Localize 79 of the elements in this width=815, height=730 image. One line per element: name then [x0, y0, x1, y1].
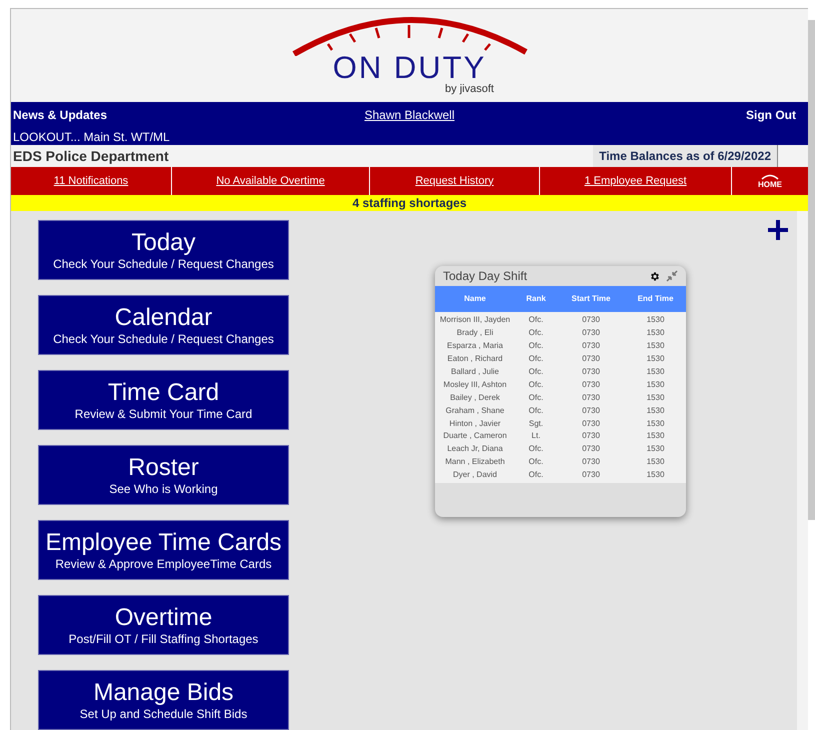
table-cell-text: Esparza , Maria — [446, 340, 504, 352]
column-header: End Time — [636, 293, 674, 305]
table-cell-text: Duarte , Cameron — [442, 430, 508, 442]
column-header: Name — [463, 293, 487, 305]
table-cell-text: Graham , Shane — [444, 404, 506, 417]
table-cell-text: Bailey , Derek — [449, 392, 501, 404]
table-cell-text: 1530 — [646, 340, 666, 352]
menu-tile[interactable]: Time Card Review & Submit Your Time Card — [38, 370, 289, 430]
table-cell-text: Morrison III, Jayden — [438, 314, 512, 326]
department-name: EDS Police Department — [13, 146, 169, 166]
column-header: Start Time — [570, 293, 612, 305]
logo-byline: by jivasoft — [445, 83, 494, 95]
table-cell-text: Hinton , Javier — [448, 418, 502, 430]
table-cell-text: 1530 — [646, 392, 666, 404]
table-cell-text: 0730 — [581, 443, 601, 456]
table-cell-text: 1530 — [646, 456, 666, 468]
table-cell-text: 1530 — [646, 430, 666, 442]
table-cell-text: 1530 — [646, 418, 666, 430]
table-cell-text: 0730 — [581, 456, 601, 468]
menu-tile[interactable]: Employee Time Cards Review & Approve EmployeeTime Cards — [38, 520, 289, 580]
menu-tile[interactable]: Manage Bids Set Up and Schedule Shift Bids — [38, 670, 289, 730]
table-cell-text: Ofc. — [528, 378, 544, 391]
table-cell-text: Ofc. — [528, 340, 544, 352]
table-cell-text: 0730 — [581, 327, 601, 340]
table-cell-text: 1530 — [646, 443, 666, 456]
table-cell-text: Mann , Elizabeth — [444, 456, 506, 468]
add-icon[interactable] — [767, 219, 789, 241]
table-cell-text: Ofc. — [528, 314, 544, 326]
user-link[interactable]: Shawn Blackwell — [364, 106, 455, 124]
table-cell-text: 1530 — [646, 314, 666, 326]
sign-out-link[interactable]: Sign Out — [606, 106, 806, 124]
menu-tile[interactable]: Roster See Who is Working — [38, 445, 289, 505]
table-cell-text: 0730 — [581, 469, 601, 482]
arc-icon — [761, 174, 779, 180]
table-cell-text: Eaton , Richard — [446, 353, 504, 366]
table-cell-text: Ofc. — [528, 327, 544, 340]
table-cell-text: 0730 — [581, 340, 601, 352]
table-cell-text: 0730 — [581, 366, 601, 378]
table-cell-text: Ofc. — [528, 392, 544, 404]
widget-title: Today Day Shift — [443, 268, 528, 285]
table-cell-text: Ofc. — [528, 353, 544, 366]
table-cell-text: 0730 — [581, 353, 601, 366]
table-cell-text: Leach Jr, Diana — [446, 443, 504, 456]
table-cell-text: 1530 — [646, 404, 666, 417]
table-cell-text: Ofc. — [528, 456, 544, 468]
news-label: News & Updates — [13, 107, 108, 124]
table-cell-text: Mosley III, Ashton — [442, 378, 508, 391]
home-link[interactable]: HOME — [732, 167, 808, 195]
table-cell-text: 0730 — [581, 378, 601, 391]
table-cell-text: 0730 — [581, 430, 601, 442]
table-cell-text: 1530 — [646, 366, 666, 378]
alert-banner: 4 staffing shortages — [11, 195, 808, 211]
table-cell-text: 0730 — [581, 392, 601, 404]
table-cell-text: 1530 — [646, 378, 666, 391]
menu-tile[interactable]: Calendar Check Your Schedule / Request Changes — [38, 295, 289, 355]
table-cell-text: Brady , Eli — [456, 327, 494, 340]
table-cell-text: Dyer , David — [452, 469, 498, 482]
table-cell-text: 1530 — [646, 353, 666, 366]
table-cell-text: 0730 — [581, 314, 601, 326]
column-header: Rank — [525, 293, 547, 305]
table-cell-text: Ofc. — [528, 469, 544, 482]
table-cell-text: 1530 — [646, 469, 666, 482]
table-cell-text: 0730 — [581, 404, 601, 417]
collapse-icon[interactable] — [666, 270, 678, 282]
table-cell-text: 1530 — [646, 327, 666, 340]
table-cell-text: Ofc. — [528, 443, 544, 456]
time-balances-label: Time Balances as of 6/29/2022 — [593, 145, 778, 168]
table-cell-text: Ofc. — [528, 404, 544, 417]
table-cell-text: Sgt. — [528, 418, 544, 430]
table-cell-text: 0730 — [581, 418, 601, 430]
table-cell-text: Lt. — [530, 430, 542, 442]
menu-tile[interactable]: Overtime Post/Fill OT / Fill Staffing Shortages — [38, 595, 289, 655]
scrollbar[interactable] — [808, 20, 815, 520]
logo-title: ON DUTY — [332, 53, 486, 83]
settings-icon[interactable] — [649, 270, 660, 282]
table-cell-text: Ofc. — [528, 366, 544, 378]
menu-tile[interactable]: Today Check Your Schedule / Request Changes — [38, 220, 289, 280]
table-cell-text: Ballard , Julie — [450, 366, 500, 378]
news-text: LOOKOUT... Main St. WT/ML — [13, 129, 171, 146]
